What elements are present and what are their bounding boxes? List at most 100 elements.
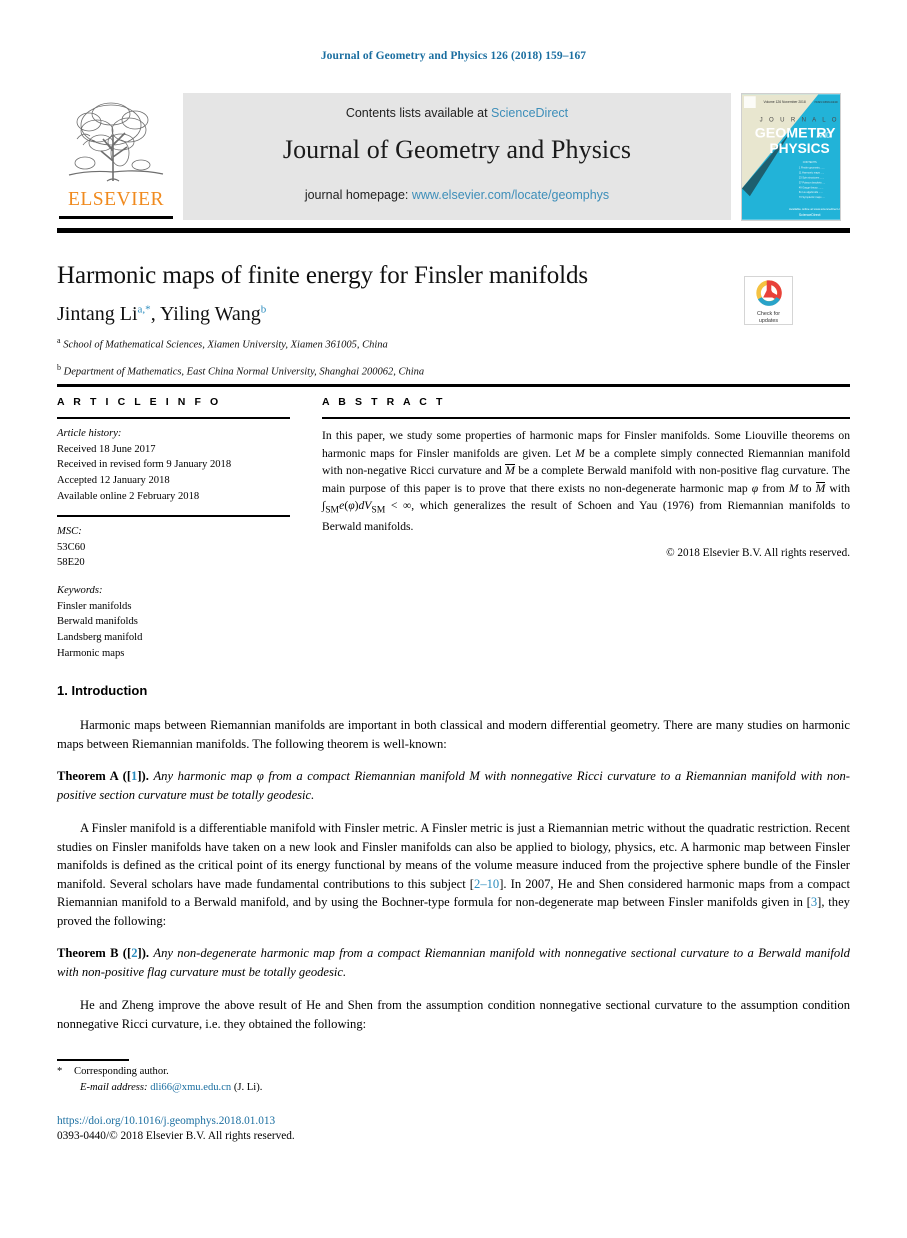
article-info-rule <box>57 417 290 419</box>
svg-text:1 Finsler geometry ......: 1 Finsler geometry ...... <box>799 167 825 170</box>
elsevier-logo: ELSEVIER <box>57 93 175 223</box>
math-symbol-dV: dV <box>358 499 372 513</box>
crossmark-icon <box>755 280 782 306</box>
journal-title: Journal of Geometry and Physics <box>282 135 632 164</box>
msc-code: 53C60 <box>57 541 86 553</box>
msc-divider <box>57 515 290 517</box>
abstract-seg: with <box>825 481 850 495</box>
keyword-item: Landsberg manifold <box>57 631 143 643</box>
svg-text:ScienceDirect: ScienceDirect <box>799 213 821 217</box>
paragraph: Harmonic maps between Riemannian manifol… <box>57 718 850 751</box>
theorem-b: Theorem B ([2]). Any non-degenerate harm… <box>57 944 850 981</box>
elsevier-wordmark: ELSEVIER <box>67 189 165 210</box>
svg-text:11 Harmonic maps .....: 11 Harmonic maps ..... <box>799 172 825 175</box>
issn-copyright: 0393-0440/© 2018 Elsevier B.V. All right… <box>57 1130 295 1142</box>
crossmark-line-2: updates <box>758 317 779 324</box>
article-page: Journal of Geometry and Physics 126 (201… <box>0 0 907 1238</box>
corresponding-author-text: Corresponding author. <box>74 1066 169 1077</box>
doi-link[interactable]: https://doi.org/10.1016/j.geomphys.2018.… <box>57 1113 557 1129</box>
affiliation-mark-1: a <box>57 336 61 345</box>
svg-text:73 Symplectic maps ....: 73 Symplectic maps .... <box>799 196 825 199</box>
math-symbol-M: M <box>575 446 585 460</box>
theorem-b-text: Any non-degenerate harmonic map from a c… <box>57 946 850 979</box>
history-item: Received 18 June 2017 <box>57 443 156 455</box>
crossmark-line-1: Check for <box>756 311 781 317</box>
theorem-b-cite-close: ]). <box>137 946 154 960</box>
email-suffix: (J. Li). <box>231 1081 263 1093</box>
history-item: Available online 2 February 2018 <box>57 490 200 502</box>
svg-text:J O U R N A L O F: J O U R N A L O F <box>760 118 840 124</box>
article-history: Article history: Received 18 June 2017 R… <box>57 426 290 504</box>
info-top-divider <box>57 384 850 387</box>
svg-text:PHYSICS: PHYSICS <box>769 141 829 156</box>
elsevier-rule <box>59 216 173 219</box>
theorem-b-cite-open: ([ <box>118 946 132 960</box>
theorem-a-cite-close: ]). <box>137 769 154 783</box>
journal-homepage-link[interactable]: www.elsevier.com/locate/geomphys <box>412 188 609 202</box>
journal-cover-thumbnail[interactable]: Volume 126 November 2018 ISSN 0393-0440 … <box>741 93 841 221</box>
running-head: Journal of Geometry and Physics 126 (201… <box>320 50 587 62</box>
svg-text:61 Lie algebroids ......: 61 Lie algebroids ...... <box>799 191 823 194</box>
svg-text:ISSN 0393-0440: ISSN 0393-0440 <box>815 100 838 104</box>
math-symbol-Mbar2: M <box>815 481 826 495</box>
homepage-line: journal homepage: www.elsevier.com/locat… <box>183 188 731 202</box>
paragraph: A Finsler manifold is a differentiable m… <box>57 819 850 930</box>
footnote-block: * Corresponding author. E-mail address: d… <box>57 1064 557 1096</box>
author-name-2: Yiling Wang <box>159 303 261 325</box>
abstract-column: A B S T R A C T In this paper, we study … <box>322 396 850 559</box>
abstract-heading: A B S T R A C T <box>322 396 446 408</box>
email-link[interactable]: dli66@xmu.edu.cn <box>150 1082 231 1093</box>
msc-code: 58E20 <box>57 557 85 569</box>
abstract-seg: < ∞, which generalizes the result of Sch… <box>322 499 850 534</box>
affiliation-text-1: School of Mathematical Sciences, Xiamen … <box>63 339 388 351</box>
contents-line: Contents lists available at ScienceDirec… <box>183 106 731 120</box>
svg-text:CONTENTS: CONTENTS <box>803 161 817 164</box>
svg-text:Available online at www.scienc: Available online at www.sciencedirect.co… <box>789 207 840 211</box>
svg-text:49 Gauge theory .......: 49 Gauge theory ....... <box>799 186 824 189</box>
keyword-item: Finsler manifolds <box>57 600 132 612</box>
math-sub-SM2: SM <box>371 504 386 516</box>
asterisk-icon: * <box>57 1066 63 1077</box>
author-marks-2[interactable]: b <box>261 303 267 315</box>
author-marks-1[interactable]: a,* <box>138 303 151 315</box>
keyword-item: Harmonic maps <box>57 647 125 659</box>
footnote-divider <box>57 1059 129 1061</box>
section-heading-introduction: 1. Introduction <box>57 683 148 698</box>
sciencedirect-link[interactable]: ScienceDirect <box>491 106 568 120</box>
paragraph: He and Zheng improve the above result of… <box>57 998 850 1031</box>
history-item: Accepted 12 January 2018 <box>57 475 170 487</box>
abstract-seg: to <box>798 481 816 495</box>
article-info-heading: A R T I C L E I N F O <box>57 396 222 408</box>
affiliation-1: a School of Mathematical Sciences, Xiame… <box>57 335 850 353</box>
corresponding-author-note: * Corresponding author. <box>57 1064 557 1080</box>
title-block: Harmonic maps of finite energy for Finsl… <box>57 262 850 380</box>
abstract-text: In this paper, we study some properties … <box>322 427 850 536</box>
keywords-label: Keywords: <box>57 584 103 596</box>
homepage-prefix: journal homepage: <box>304 188 412 202</box>
history-item: Received in revised form 9 January 2018 <box>57 459 232 471</box>
contents-prefix: Contents lists available at <box>345 106 492 120</box>
journal-cover-art: Volume 126 November 2018 ISSN 0393-0440 … <box>742 94 840 220</box>
math-symbol-Mbar: M <box>505 464 515 478</box>
abstract-seg: from <box>758 481 789 495</box>
masthead-divider <box>57 228 850 233</box>
svg-text:23 Spin structures ......: 23 Spin structures ...... <box>799 177 825 180</box>
svg-text:AND: AND <box>816 132 831 139</box>
math-symbol-phi: φ <box>256 769 264 783</box>
abstract-rule <box>322 417 850 419</box>
msc-block: MSC: 53C60 58E20 Keywords: Finsler manif… <box>57 524 290 661</box>
crossmark-badge[interactable]: Check for updates <box>744 276 793 325</box>
citation-link[interactable]: 2–10 <box>474 877 499 891</box>
article-info-column: A R T I C L E I N F O Article history: R… <box>57 396 290 661</box>
journal-band: Contents lists available at ScienceDirec… <box>183 93 731 220</box>
email-label: E-mail address: <box>80 1081 148 1093</box>
math-symbol-M2: M <box>788 481 799 495</box>
author-separator: , <box>150 303 160 325</box>
svg-text:Volume 126 November 2018: Volume 126 November 2018 <box>764 100 806 104</box>
history-label: Article history: <box>57 428 122 439</box>
theorem-a-cite-open: ([ <box>118 769 132 783</box>
affiliation-text-2: Department of Mathematics, East China No… <box>63 366 425 378</box>
affiliation-2: b Department of Mathematics, East China … <box>57 362 850 380</box>
journal-masthead: ELSEVIER Contents lists available at Sci… <box>57 93 850 223</box>
